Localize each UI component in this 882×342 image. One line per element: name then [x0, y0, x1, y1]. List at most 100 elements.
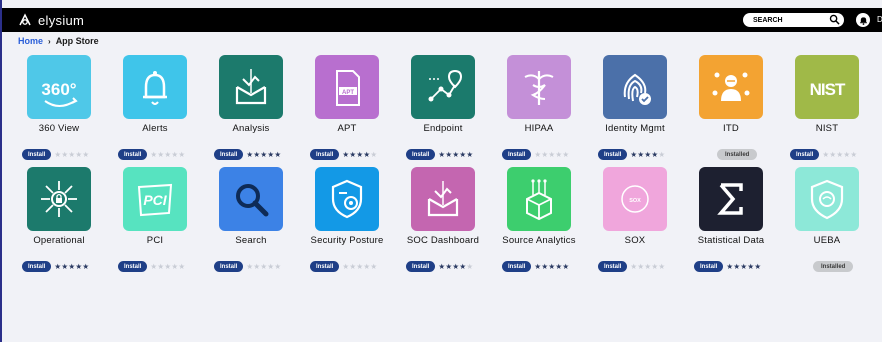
install-button[interactable]: Install [22, 149, 52, 160]
app-tile[interactable]: HIPAA Install ★ ★ ★ ★ ★ [491, 55, 587, 173]
user-menu[interactable]: D [877, 15, 882, 24]
app-tile[interactable]: NIST NIST Install ★ ★ ★ ★ ★ [779, 55, 875, 173]
star-icon: ★ [370, 150, 378, 159]
install-button[interactable]: Install [598, 261, 628, 272]
app-icon-tile[interactable] [699, 55, 763, 119]
rating-stars: ★ ★ ★ ★ ★ [54, 151, 89, 159]
app-tile[interactable]: Endpoint Install ★ ★ ★ ★ ★ [395, 55, 491, 173]
rating-stars: ★ ★ ★ ★ ★ [534, 150, 570, 159]
app-action-row: Installed [813, 261, 854, 272]
install-button[interactable]: Install [694, 261, 724, 272]
star-icon: ★ [445, 150, 453, 159]
star-icon: ★ [651, 262, 659, 271]
app-icon-tile[interactable] [795, 167, 859, 231]
app-icon-tile[interactable] [123, 55, 187, 119]
star-icon: ★ [651, 150, 659, 159]
installed-badge: Installed [813, 261, 854, 272]
app-icon-tile[interactable] [411, 167, 475, 231]
app-icon-tile[interactable] [315, 167, 379, 231]
app-tile[interactable]: 360° 360 View Install ★ ★ ★ ★ ★ [11, 55, 107, 173]
notifications-button[interactable] [856, 13, 870, 27]
star-icon: ★ [438, 150, 446, 159]
app-icon-tile[interactable]: NIST [795, 55, 859, 119]
app-action-row: Install ★ ★ ★ ★ ★ [22, 149, 89, 160]
app-icon-tile[interactable] [219, 55, 283, 119]
sox-badge-icon: SOX [621, 185, 649, 213]
star-icon: ★ [843, 150, 851, 159]
star-icon: ★ [644, 262, 652, 271]
app-tile[interactable]: Alerts Install ★ ★ ★ ★ ★ [107, 55, 203, 173]
star-icon: ★ [658, 150, 666, 159]
app-tile[interactable]: Statistical Data Install ★ ★ ★ ★ ★ [683, 167, 779, 285]
install-button[interactable]: Install [502, 261, 532, 272]
star-icon: ★ [363, 262, 371, 271]
app-icon-tile[interactable] [699, 167, 763, 231]
star-icon: ★ [61, 262, 69, 271]
bell-icon [859, 16, 867, 25]
app-icon-tile[interactable]: SOX [603, 167, 667, 231]
install-button[interactable]: Install [22, 261, 52, 272]
app-tile[interactable]: UEBA Installed [779, 167, 875, 285]
star-icon: ★ [342, 150, 350, 159]
app-icon-tile[interactable] [507, 167, 571, 231]
install-button[interactable]: Install [118, 261, 148, 272]
app-tile[interactable]: SOC Dashboard Install ★ ★ ★ ★ ★ [395, 167, 491, 285]
app-tile[interactable]: ITD Installed [683, 55, 779, 173]
app-tile[interactable]: PCI PCI Install ★ ★ ★ ★ ★ [107, 167, 203, 285]
install-button[interactable]: Install [406, 261, 436, 272]
install-button[interactable]: Install [310, 261, 340, 272]
star-icon: ★ [274, 150, 282, 159]
search-input[interactable]: SEARCH [743, 13, 844, 27]
install-button[interactable]: Install [214, 149, 244, 160]
app-action-row: Install ★ ★ ★ ★ ★ [406, 149, 473, 160]
app-tile[interactable]: APT APT Install ★ ★ ★ ★ ★ [299, 55, 395, 173]
app-icon-tile[interactable] [27, 167, 91, 231]
install-button[interactable]: Install [790, 149, 820, 160]
star-icon: ★ [562, 262, 570, 271]
install-button[interactable]: Install [502, 149, 532, 160]
app-icon-tile[interactable] [603, 55, 667, 119]
app-icon-tile[interactable] [219, 167, 283, 231]
app-name: Identity Mgmt [605, 123, 665, 134]
app-icon-tile[interactable]: PCI [123, 167, 187, 231]
app-tile[interactable]: Search Install ★ ★ ★ ★ ★ [203, 167, 299, 285]
star-icon: ★ [733, 262, 741, 271]
app-name: NIST [815, 123, 839, 134]
app-tile[interactable]: Operational Install ★ ★ ★ ★ ★ [11, 167, 107, 285]
app-icon-tile[interactable]: APT [315, 55, 379, 119]
app-icon-tile[interactable] [507, 55, 571, 119]
rating-stars: ★ ★ ★ ★ ★ [246, 150, 282, 159]
app-icon-tile[interactable] [411, 55, 475, 119]
app-action-row: Install ★ ★ ★ ★ ★ [502, 261, 569, 272]
star-icon: ★ [54, 262, 62, 271]
caduceus-icon [524, 71, 554, 105]
inbox-chart-icon [427, 181, 459, 217]
svg-text:PCI: PCI [143, 192, 167, 208]
rating-stars: ★ ★ ★ ★ ★ [438, 262, 473, 271]
install-button[interactable]: Install [214, 261, 244, 272]
app-tile[interactable]: Security Posture Install ★ ★ ★ ★ ★ [299, 167, 395, 285]
app-action-row: Install ★ ★ ★ ★ ★ [694, 261, 761, 272]
svg-text:SOX: SOX [629, 198, 641, 204]
star-icon: ★ [562, 150, 570, 159]
app-tile[interactable]: Identity Mgmt Install ★ ★ ★ ★ ★ [587, 55, 683, 173]
install-button[interactable]: Install [406, 149, 436, 160]
app-tile[interactable]: SOX SOX Install ★ ★ ★ ★ ★ [587, 167, 683, 285]
install-button[interactable]: Install [310, 149, 340, 160]
search-icon[interactable] [829, 14, 840, 25]
star-icon: ★ [459, 262, 467, 271]
app-name: PCI [146, 235, 164, 246]
rating-stars: ★ ★ ★ ★ ★ [342, 262, 377, 271]
install-button[interactable]: Install [118, 149, 148, 160]
install-button[interactable]: Install [598, 149, 628, 160]
star-icon: ★ [157, 262, 165, 271]
breadcrumb-home-link[interactable]: Home [18, 36, 43, 46]
rating-stars: ★ ★ ★ ★ ★ [726, 262, 761, 271]
star-icon: ★ [534, 150, 542, 159]
app-tile[interactable]: Analysis Install ★ ★ ★ ★ ★ [203, 55, 299, 173]
app-name: Analysis [232, 123, 270, 134]
star-icon: ★ [260, 262, 268, 271]
app-tile[interactable]: Source Analytics Install ★ ★ ★ ★ ★ [491, 167, 587, 285]
brand-logo[interactable]: elysium [18, 13, 84, 28]
app-icon-tile[interactable]: 360° [27, 55, 91, 119]
